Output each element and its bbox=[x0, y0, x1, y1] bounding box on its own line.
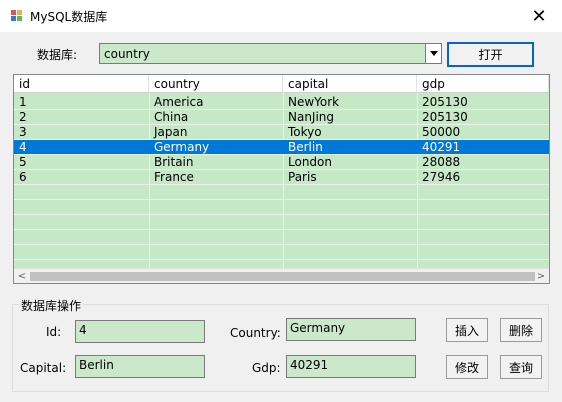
cell-gdp: 40291 bbox=[422, 140, 461, 154]
modify-button[interactable]: 修改 bbox=[446, 355, 488, 379]
window-title: MySQL数据库 bbox=[30, 10, 108, 24]
column-header-id[interactable]: id bbox=[14, 75, 149, 93]
cell-id: 2 bbox=[19, 110, 27, 124]
cell-capital: Berlin bbox=[288, 140, 323, 154]
cell-gdp: 205130 bbox=[422, 95, 468, 109]
cell-country: Germany bbox=[154, 140, 210, 154]
cell-gdp: 28088 bbox=[422, 155, 461, 169]
gdp-field[interactable]: 40291 bbox=[286, 355, 416, 378]
cell-gdp: 27946 bbox=[422, 170, 461, 184]
table-row[interactable]: 5 Britain London 28088 bbox=[14, 155, 549, 170]
cell-id: 1 bbox=[19, 95, 27, 109]
cell-capital: London bbox=[288, 155, 332, 169]
empty-row bbox=[14, 215, 549, 230]
column-header-capital[interactable]: capital bbox=[283, 75, 417, 93]
column-header-gdp[interactable]: gdp bbox=[417, 75, 549, 93]
close-button[interactable]: ✕ bbox=[516, 0, 562, 32]
cell-gdp: 205130 bbox=[422, 110, 468, 124]
close-icon: ✕ bbox=[531, 5, 547, 27]
cell-capital: NanJing bbox=[288, 110, 335, 124]
database-select-value: country bbox=[104, 47, 150, 61]
cell-capital: Paris bbox=[288, 170, 317, 184]
scroll-left-icon[interactable]: < bbox=[14, 269, 30, 283]
app-icon bbox=[9, 8, 25, 24]
cell-id: 4 bbox=[19, 140, 27, 154]
cell-country: France bbox=[154, 170, 194, 184]
capital-field[interactable]: Berlin bbox=[75, 355, 205, 378]
cell-country: China bbox=[154, 110, 189, 124]
table-row[interactable]: 1 America NewYork 205130 bbox=[14, 95, 549, 110]
delete-button[interactable]: 删除 bbox=[500, 318, 542, 342]
table-row[interactable]: 2 China NanJing 205130 bbox=[14, 110, 549, 125]
title-bar: MySQL数据库 ✕ bbox=[0, 0, 562, 32]
horizontal-scrollbar[interactable]: < > bbox=[14, 268, 549, 283]
cell-id: 5 bbox=[19, 155, 27, 169]
cell-id: 3 bbox=[19, 125, 27, 139]
chevron-down-icon[interactable] bbox=[425, 44, 441, 63]
database-label: 数据库: bbox=[37, 48, 78, 62]
cell-country: Britain bbox=[154, 155, 194, 169]
scroll-right-icon[interactable]: > bbox=[533, 269, 549, 283]
id-label: Id: bbox=[46, 325, 62, 339]
country-label: Country: bbox=[230, 326, 281, 340]
column-header-country[interactable]: country bbox=[149, 75, 283, 93]
table-row[interactable]: 6 France Paris 27946 bbox=[14, 170, 549, 185]
operations-group-title: 数据库操作 bbox=[19, 297, 84, 314]
empty-row bbox=[14, 185, 549, 200]
empty-row bbox=[14, 230, 549, 245]
cell-id: 6 bbox=[19, 170, 27, 184]
empty-row bbox=[14, 245, 549, 260]
query-button[interactable]: 查询 bbox=[500, 355, 542, 379]
empty-row bbox=[14, 200, 549, 215]
database-select[interactable]: country bbox=[99, 43, 442, 64]
table-row-selected[interactable]: 4 Germany Berlin 40291 bbox=[14, 140, 549, 155]
gdp-label: Gdp: bbox=[252, 361, 281, 375]
scrollbar-thumb[interactable] bbox=[30, 272, 535, 281]
capital-label: Capital: bbox=[20, 361, 67, 375]
cell-capital: NewYork bbox=[288, 95, 340, 109]
cell-capital: Tokyo bbox=[288, 125, 322, 139]
id-field[interactable]: 4 bbox=[75, 320, 205, 343]
cell-country: America bbox=[154, 95, 204, 109]
table-row[interactable]: 3 Japan Tokyo 50000 bbox=[14, 125, 549, 140]
cell-gdp: 50000 bbox=[422, 125, 461, 139]
country-field[interactable]: Germany bbox=[286, 318, 416, 341]
open-button[interactable]: 打开 bbox=[447, 42, 534, 67]
insert-button[interactable]: 插入 bbox=[446, 318, 488, 342]
grid-header: id country capital gdp bbox=[14, 75, 549, 93]
cell-country: Japan bbox=[154, 125, 188, 139]
data-grid[interactable]: id country capital gdp 1 America NewYork… bbox=[13, 74, 550, 284]
